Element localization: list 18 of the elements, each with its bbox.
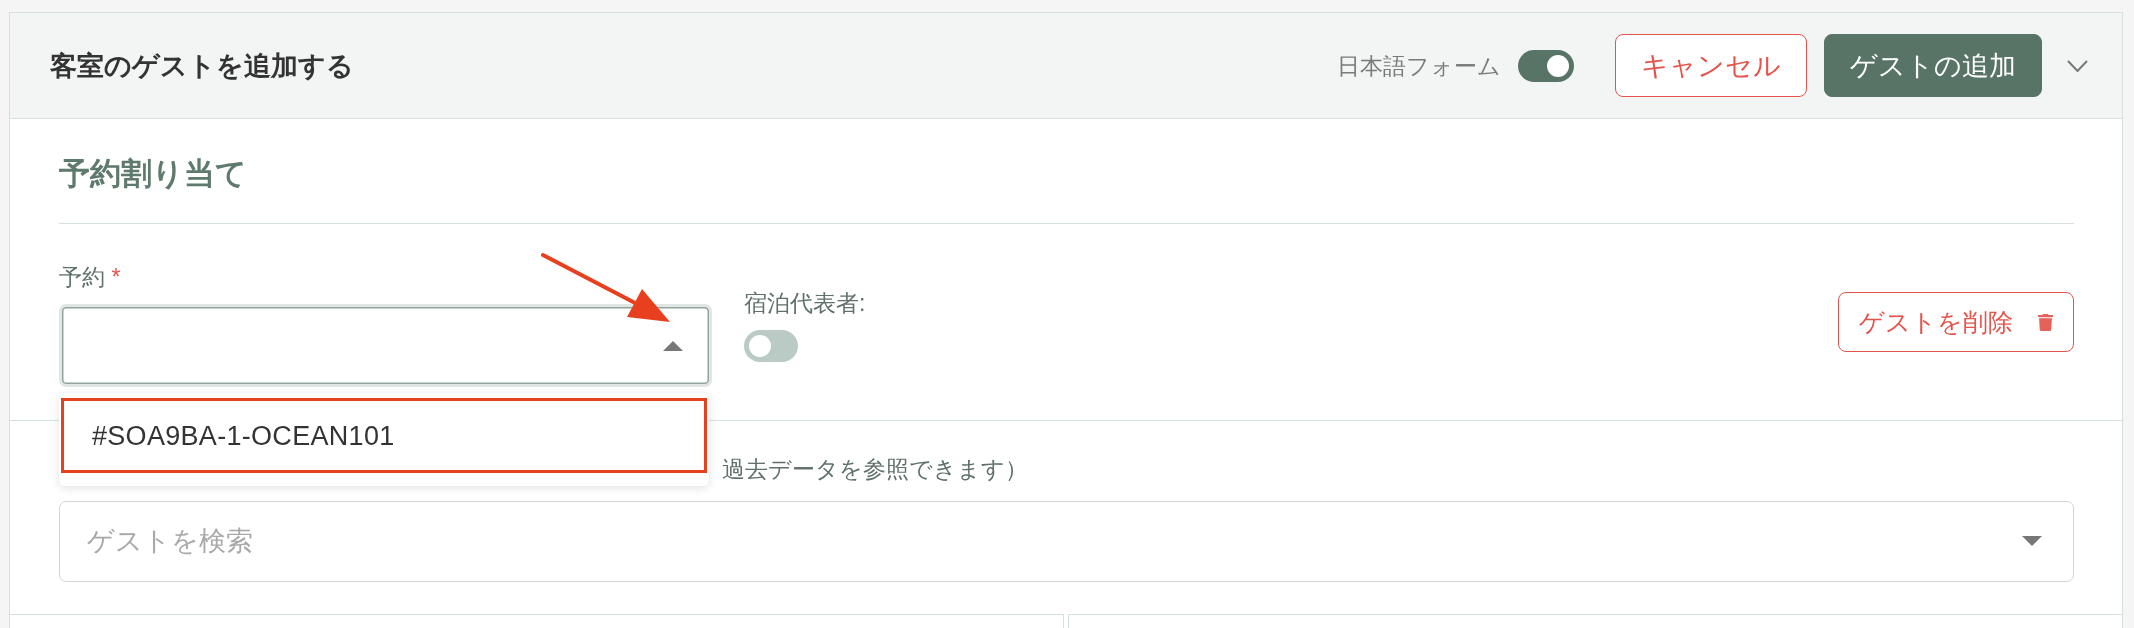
chevron-down-icon[interactable] [2067,59,2088,72]
section-title: 予約割り当て [59,155,247,193]
add-guest-button[interactable]: ゲストの追加 [1824,34,2042,97]
dropdown-option[interactable]: #SOA9BA-1-OCEAN101 [61,398,707,473]
toggle-switch[interactable] [744,330,798,362]
reservation-select[interactable] [59,304,712,387]
caret-down-icon [2022,536,2042,546]
trash-icon [2038,312,2053,332]
toggle-label: 宿泊代表者: [744,289,866,318]
toggle-label: 日本語フォーム [1337,51,1501,81]
toggle-switch[interactable] [1518,49,1574,82]
form-title: 客室のゲストを追加する [50,49,354,83]
field-label: 過去データを参照できます） [722,455,1028,484]
caret-up-icon [663,340,683,351]
guest-search-field[interactable]: ゲストを検索 [59,501,2074,582]
cancel-button[interactable]: キャンセル [1615,34,1807,97]
field-label: 予約 * [59,263,121,292]
remove-guest-button[interactable]: ゲストを削除 [1838,292,2074,352]
